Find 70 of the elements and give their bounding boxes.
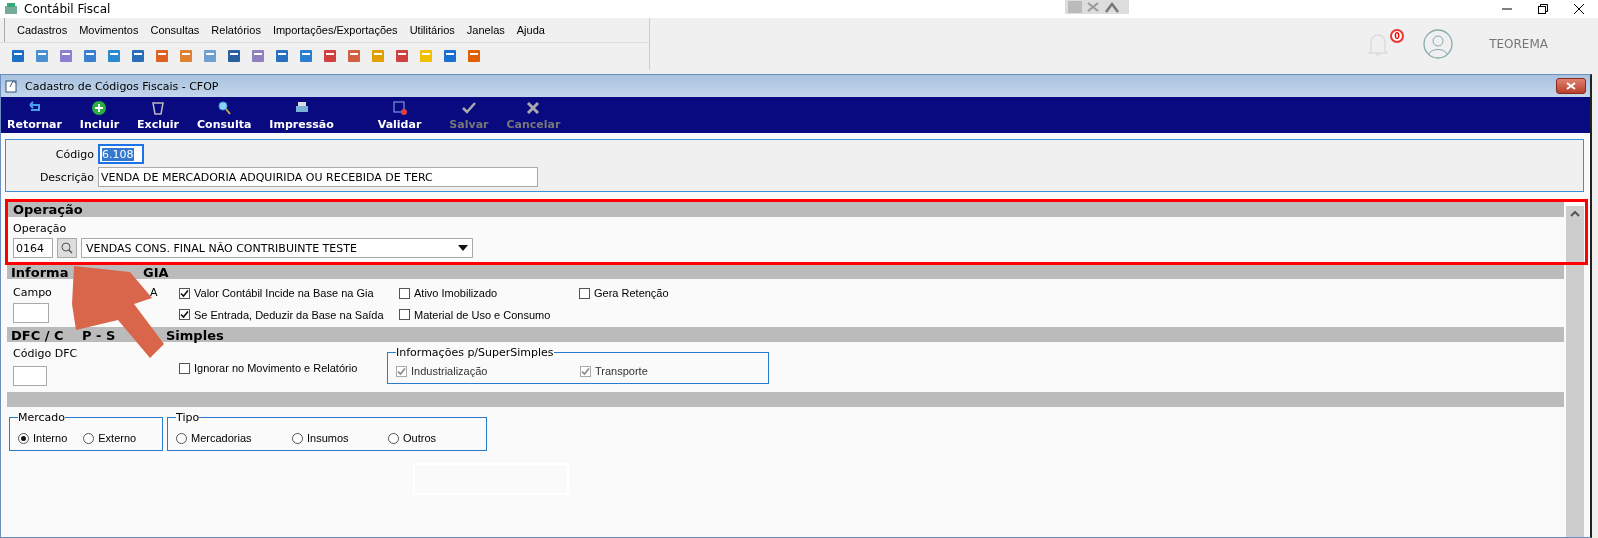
app-icon — [4, 2, 18, 16]
checkbox[interactable]: Material de Uso e Consumo — [399, 308, 579, 321]
user-avatar-icon[interactable] — [1423, 29, 1454, 59]
radio-button[interactable]: Outros — [388, 432, 478, 444]
input-field[interactable] — [13, 303, 49, 323]
radio-button[interactable]: Interno — [18, 432, 68, 444]
radio-button[interactable]: Externo — [83, 432, 137, 444]
group-title: Tipo — [176, 411, 200, 424]
field-label: Descrição — [38, 170, 95, 184]
section-heading: GIA — [143, 264, 169, 279]
restore-icon[interactable] — [1538, 4, 1548, 14]
caret-icon — [458, 245, 468, 251]
menu-item[interactable]: Consultas — [150, 24, 200, 36]
section-heading: Informa — [11, 264, 69, 279]
check-icon — [180, 310, 189, 320]
menu-item[interactable]: Relatórios — [211, 24, 261, 36]
check-icon — [397, 366, 406, 376]
checkbox[interactable]: Gera Retenção — [579, 287, 1558, 300]
check-icon — [180, 288, 189, 298]
scrollbar[interactable] — [1566, 206, 1584, 537]
field-label: Operação — [13, 222, 67, 235]
radio-dot-icon — [21, 435, 26, 441]
radio-button[interactable]: Insumos — [292, 432, 384, 444]
group-title: Mercado — [18, 411, 66, 424]
checkbox[interactable]: Ignorar no Movimento e Relatório — [179, 362, 387, 374]
search-icon — [216, 100, 233, 116]
checkbox[interactable]: Se Entrada, Deduzir da Base na Saída — [179, 308, 399, 321]
checkbox[interactable]: Valor Contábil Incide na Base na Gia — [179, 287, 399, 300]
menu-item[interactable]: Importações/Exportações — [272, 24, 398, 36]
search-button[interactable] — [57, 238, 77, 258]
menu-item[interactable]: Ajuda — [516, 24, 545, 36]
field-label: Campo — [13, 285, 52, 299]
menu-item[interactable]: Janelas — [466, 24, 505, 36]
notification-badge: 0 — [1390, 29, 1405, 43]
radio-button[interactable]: Mercadorias — [176, 432, 288, 444]
section-heading: Simples — [166, 327, 224, 342]
checkbox[interactable]: Ativo Imobilizado — [399, 287, 579, 300]
user-name: TEOREMA — [1489, 37, 1548, 51]
add-icon — [91, 100, 108, 116]
child-window-title: Cadastro de Códigos Fiscais - CFOP — [25, 79, 219, 93]
window-title: Contábil Fiscal — [24, 2, 111, 16]
section-heading: Operação — [7, 202, 1564, 217]
toolbar-button[interactable]: Impressão — [269, 100, 334, 131]
input-field[interactable]: 0164 — [13, 238, 53, 258]
toolbar-button[interactable]: Excluir — [137, 100, 180, 131]
input-field[interactable] — [13, 366, 47, 386]
menu-item[interactable]: Utilitários — [409, 24, 455, 36]
section-heading: P - S — [82, 327, 116, 342]
close-button[interactable] — [1556, 78, 1586, 94]
check-icon — [581, 366, 590, 376]
menu-item[interactable]: Cadastros — [17, 24, 68, 36]
scroll-up-icon[interactable] — [1570, 210, 1580, 218]
form-icon — [5, 79, 19, 93]
toolbar-button[interactable]: Consulta — [197, 100, 252, 131]
toolbar-button[interactable]: Incluir — [79, 100, 120, 131]
save-icon — [460, 100, 477, 116]
input-field[interactable]: VENDA DE MERCADORIA ADQUIRIDA OU RECEBIDA DE TERC — [98, 167, 538, 187]
field-label: Código DFC — [13, 347, 78, 360]
field-label: Código — [54, 147, 95, 161]
cancel-icon — [525, 100, 542, 116]
delete-icon — [150, 100, 167, 116]
dropdown[interactable]: VENDAS CONS. FINAL NÃO CONTRIBUINTE TESTE — [81, 238, 473, 258]
menu-item[interactable]: Movimentos — [79, 24, 139, 36]
section-heading: DFC / C — [11, 327, 64, 342]
toolbar-button[interactable]: Validar — [377, 100, 422, 131]
validate-icon — [391, 100, 408, 116]
input-field[interactable]: 6.108 — [98, 144, 144, 164]
group-title: Informações p/SuperSimples — [396, 346, 554, 359]
toolbar-button[interactable]: Retornar — [7, 100, 62, 131]
field-label: A — [150, 285, 158, 299]
